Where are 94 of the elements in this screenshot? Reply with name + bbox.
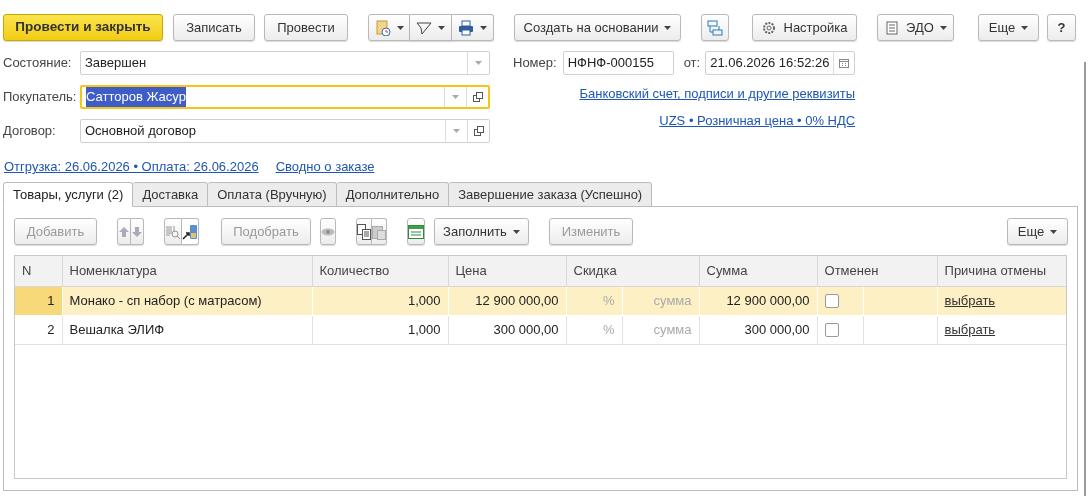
move-down-button[interactable]	[131, 218, 144, 245]
shipping-payment-link[interactable]: Отгрузка: 26.06.2026 • Оплата: 26.06.2026	[4, 157, 259, 177]
fill-button[interactable]: Заполнить	[434, 218, 529, 245]
buyer-field[interactable]: Сатторов Жасур	[80, 85, 490, 109]
fill-table-button[interactable]	[407, 218, 425, 245]
tab[interactable]: Доставка	[133, 182, 209, 207]
dropdown-icon	[475, 61, 482, 65]
settings-button[interactable]: Настройка	[752, 14, 857, 41]
column-header[interactable]: N	[15, 256, 62, 286]
caret-icon	[664, 25, 672, 30]
caret-icon	[438, 25, 445, 30]
table-cell: 300 000,00	[493, 321, 559, 337]
table-cell: сумма	[653, 321, 692, 337]
view-button[interactable]	[320, 218, 336, 245]
field-label: Состояние:	[3, 54, 73, 73]
copy-button[interactable]	[356, 218, 372, 245]
checkbox[interactable]	[824, 293, 839, 308]
report-icon	[374, 19, 391, 36]
tab[interactable]: Дополнительно	[336, 182, 450, 207]
caret-icon	[512, 229, 520, 234]
table-fill-icon	[408, 224, 424, 239]
open-icon	[472, 92, 483, 102]
calendar-icon	[839, 58, 850, 68]
table-cell: 12 900 000,00	[726, 292, 810, 308]
date-field[interactable]: 21.06.2026 16:52:26	[705, 51, 856, 75]
field-label: от:	[683, 54, 701, 73]
report-menu-button[interactable]	[368, 14, 410, 41]
dropdown-icon	[452, 95, 459, 99]
table-row[interactable]: 1 Монако - сп набор (с матрасом) 1,000 12 900 000,00 % сумма 12 900 000,00 выбрать	[15, 286, 1066, 315]
more-button[interactable]: Еще	[978, 14, 1039, 41]
table-cell: 1,000	[407, 321, 441, 337]
table-cell: Вешалка ЭЛИФ	[69, 321, 165, 337]
send-menu-button[interactable]	[410, 14, 452, 41]
move-up-button[interactable]	[117, 218, 131, 245]
tab[interactable]: Товары, услуги (2)	[3, 182, 134, 207]
checkbox[interactable]	[824, 322, 839, 337]
table-cell: сумма	[653, 292, 692, 308]
table-cell: %	[602, 292, 615, 308]
column-header[interactable]: Отменен	[817, 256, 938, 286]
help-button[interactable]: ?	[1047, 14, 1076, 41]
caret-icon	[939, 25, 947, 30]
field-label: Договор:	[3, 122, 57, 141]
column-header[interactable]: Номенклатура	[62, 256, 312, 286]
down-arrow-icon	[131, 225, 143, 238]
currency-price-link[interactable]: UZS • Розничная цена • 0% НДС	[659, 111, 856, 131]
column-header[interactable]: Причина отмены	[937, 256, 1066, 286]
table-cell: %	[602, 321, 615, 337]
caret-icon	[1050, 229, 1058, 234]
create-based-on-button[interactable]: Создать на основании	[514, 14, 681, 41]
table-cell: 2	[47, 321, 55, 337]
more-button[interactable]: Еще	[1007, 218, 1068, 245]
document-exchange-icon	[884, 20, 901, 35]
scanner-button[interactable]	[182, 218, 199, 245]
eye-icon	[321, 227, 335, 236]
select-reason-link[interactable]: выбрать	[944, 321, 996, 337]
column-header[interactable]: Сумма	[699, 256, 817, 286]
field-label: Покупатель:	[3, 88, 78, 107]
print-icon	[458, 19, 474, 36]
order-summary-link[interactable]: Сводно о заказе	[275, 157, 375, 177]
column-header[interactable]: Скидка	[566, 256, 699, 286]
paste-icon	[372, 223, 386, 240]
table-cell: 300 000,00	[744, 321, 810, 337]
hierarchy-icon	[707, 19, 723, 36]
state-field[interactable]: Завершен	[80, 51, 490, 75]
write-button[interactable]: Записать	[173, 14, 255, 41]
structure-button[interactable]	[701, 14, 729, 41]
print-menu-button[interactable]	[452, 14, 494, 41]
post-and-close-button[interactable]: Провести и закрыть	[3, 14, 163, 41]
select-reason-link[interactable]: выбрать	[944, 292, 996, 308]
settings-icon	[761, 20, 776, 35]
scanner-icon	[182, 223, 198, 240]
bank-details-link[interactable]: Банковский счет, подписи и другие реквизиты	[579, 84, 856, 104]
caret-icon	[480, 25, 487, 30]
table-cell: Монако - сп набор (с матрасом)	[69, 292, 262, 308]
table-cell: 1,000	[407, 292, 441, 308]
copy-icon	[357, 223, 371, 240]
column-header[interactable]: Цена	[448, 256, 566, 286]
dropdown-icon	[453, 129, 460, 133]
field-label: Номер:	[513, 54, 557, 73]
open-icon	[473, 126, 484, 136]
contract-field[interactable]: Основной договор	[80, 119, 490, 143]
edo-button[interactable]: ЭДО	[877, 14, 954, 41]
up-arrow-icon	[118, 225, 130, 238]
post-button[interactable]: Провести	[264, 14, 348, 41]
caret-icon	[1021, 25, 1029, 30]
tab[interactable]: Оплата (Вручную)	[208, 182, 337, 207]
tab[interactable]: Завершение заказа (Успешно)	[449, 182, 653, 207]
caret-icon	[396, 25, 404, 30]
table-row[interactable]: 2 Вешалка ЭЛИФ 1,000 300 000,00 % сумма 300 000,00 выбрать	[15, 315, 1066, 344]
table-cell: 1	[47, 292, 55, 308]
column-header[interactable]: Количество	[312, 256, 448, 286]
number-field[interactable]: НФНФ-000155	[562, 51, 674, 75]
table-cell: 12 900 000,00	[475, 292, 559, 308]
barcode-icon	[165, 223, 181, 240]
